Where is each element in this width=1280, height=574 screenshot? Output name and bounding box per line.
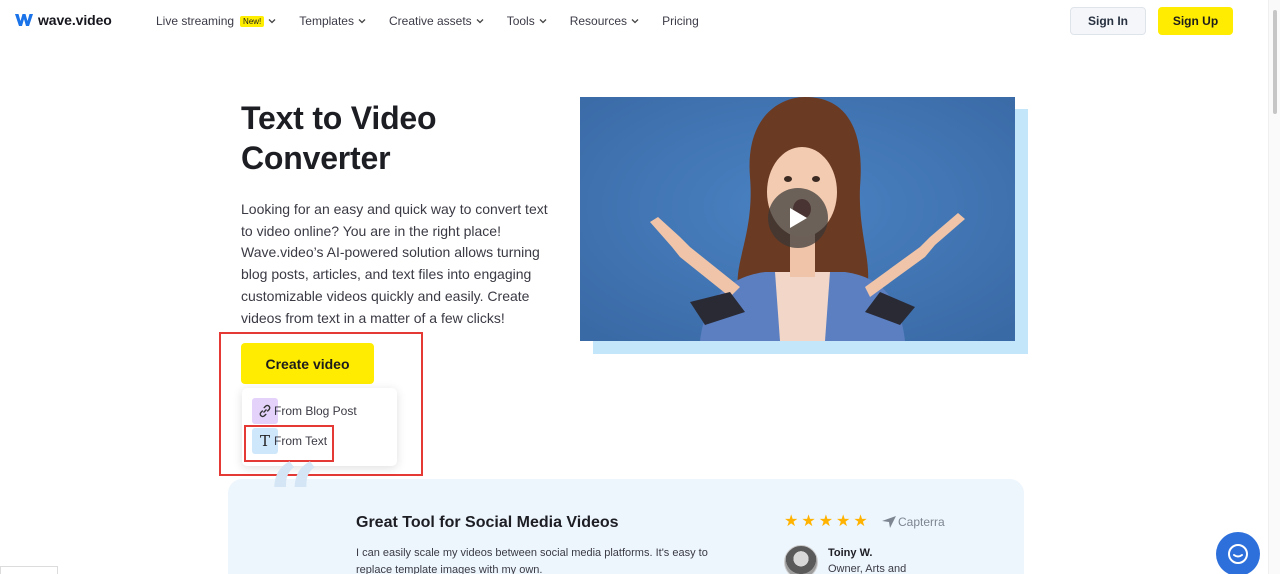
chevron-down-icon — [539, 19, 547, 24]
nav-live-streaming-label: Live streaming — [156, 14, 235, 28]
author-name: Toiny W. — [828, 547, 873, 559]
chevron-down-icon — [476, 19, 484, 24]
testimonial-title: Great Tool for Social Media Videos — [356, 514, 619, 531]
nav-templates[interactable]: Templates — [299, 14, 366, 28]
chevron-down-icon — [358, 19, 366, 24]
star-icon: ★ — [801, 513, 816, 530]
chevron-down-icon — [631, 19, 639, 24]
nav-pricing-label: Pricing — [662, 14, 699, 28]
sign-in-button[interactable]: Sign In — [1070, 7, 1146, 35]
cookie-widget-tab[interactable] — [0, 566, 58, 574]
avatar — [784, 545, 818, 574]
nav-resources-label: Resources — [569, 14, 628, 28]
star-icon: ★ — [836, 513, 851, 530]
dropdown-item-from-blog-post[interactable]: From Blog Post — [252, 398, 357, 424]
capterra-arrow-icon — [882, 516, 896, 528]
capterra-label: Capterra — [898, 515, 945, 529]
rating-stars: ★ ★ ★ ★ ★ — [784, 514, 868, 530]
page-title: Text to Video Converter — [241, 100, 437, 176]
brand-name: wave.video — [38, 12, 112, 28]
hero-description: Looking for an easy and quick way to con… — [241, 201, 548, 326]
nav-tools[interactable]: Tools — [507, 14, 547, 28]
author-role: Owner, Arts and — [828, 563, 907, 574]
nav-resources[interactable]: Resources — [570, 14, 639, 28]
testimonial-text: I can easily scale my videos between soc… — [356, 547, 708, 574]
wave-logo-icon — [15, 14, 33, 26]
nav-creative-assets-label: Creative assets — [388, 14, 472, 28]
scrollbar-thumb[interactable] — [1273, 10, 1277, 114]
quote-icon: “ — [268, 444, 320, 550]
play-icon — [790, 208, 807, 228]
main-menu: Live streaming New! Templates Creative a… — [156, 14, 722, 28]
new-badge: New! — [240, 15, 265, 27]
nav-creative-assets[interactable]: Creative assets — [389, 14, 484, 28]
chevron-down-icon — [268, 19, 276, 24]
page-scrollbar[interactable] — [1268, 0, 1280, 574]
star-icon: ★ — [818, 513, 834, 530]
nav-tools-label: Tools — [506, 14, 535, 28]
nav-pricing[interactable]: Pricing — [662, 14, 699, 28]
chat-icon — [1228, 544, 1248, 564]
star-icon: ★ — [853, 513, 868, 530]
star-icon: ★ — [784, 513, 799, 530]
top-navigation: wave.video Live streaming New! Templates… — [0, 0, 1268, 42]
play-button[interactable] — [768, 188, 828, 248]
brand-logo[interactable]: wave.video — [15, 12, 112, 28]
create-video-button[interactable]: Create video — [241, 343, 374, 384]
chat-support-button[interactable] — [1216, 532, 1260, 574]
nav-live-streaming[interactable]: Live streaming New! — [156, 14, 276, 28]
capterra-logo: Capterra — [882, 515, 945, 529]
dropdown-item-label: From Blog Post — [274, 404, 357, 418]
sign-up-button[interactable]: Sign Up — [1158, 7, 1233, 35]
nav-templates-label: Templates — [299, 14, 354, 28]
